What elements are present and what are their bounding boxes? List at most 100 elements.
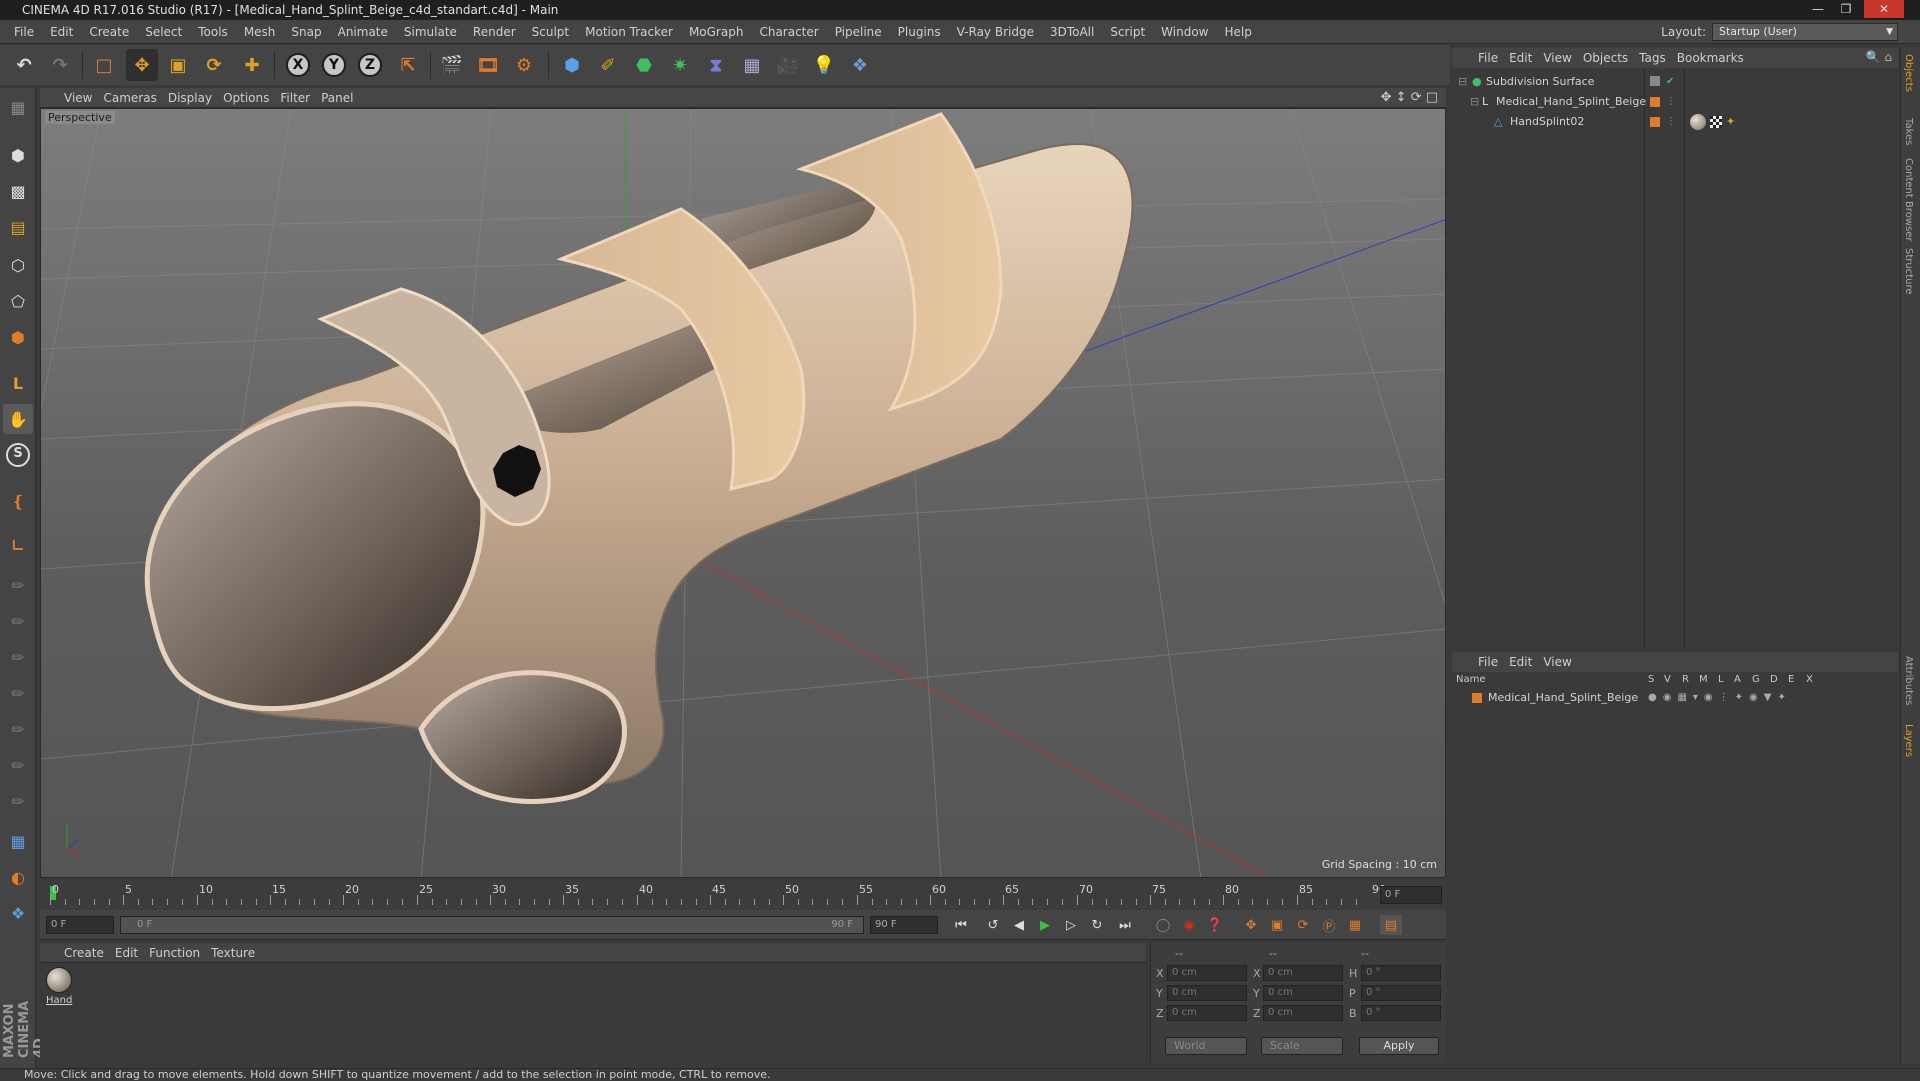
layers-menu-view[interactable]: View: [1543, 655, 1582, 669]
current-frame-field[interactable]: 0 F: [1380, 886, 1442, 904]
x-axis-lock-button[interactable]: X: [286, 53, 310, 77]
sculpt-brush-icon[interactable]: ✏: [3, 570, 33, 600]
layer-flag-icons[interactable]: ●◉▦▾◉⋮✦◉▼✦: [1648, 688, 1792, 708]
menu-character[interactable]: Character: [751, 25, 826, 39]
start-frame-field[interactable]: 0 F: [46, 916, 114, 934]
viewport-menu-filter[interactable]: Filter: [280, 91, 321, 105]
layers-menu-edit[interactable]: Edit: [1509, 655, 1543, 669]
locked-workplane-icon[interactable]: ∟: [3, 530, 33, 560]
end-frame-field[interactable]: 90 F: [870, 916, 938, 934]
timeline-ruler[interactable]: 0 5 10 15 20 25 30 35 40 45 50 55 60 65 70 75 80 85 90 0 F: [40, 880, 1446, 910]
menu-help[interactable]: Help: [1216, 25, 1259, 39]
material-tag-icon[interactable]: [1690, 114, 1706, 130]
coordinate-space-select[interactable]: World: [1165, 1037, 1247, 1055]
transform-tool-icon[interactable]: ✚: [236, 49, 268, 81]
render-to-picture-viewer-icon[interactable]: 🎞: [472, 49, 504, 81]
sculpt-flatten-icon[interactable]: ✏: [3, 678, 33, 708]
visibility-dots-icon[interactable]: ⋮: [1666, 112, 1676, 132]
record-keys-icon[interactable]: ◯: [1152, 915, 1174, 935]
menu-render[interactable]: Render: [465, 25, 524, 39]
menu-create[interactable]: Create: [81, 25, 137, 39]
z-axis-lock-button[interactable]: Z: [358, 53, 382, 77]
menu-script[interactable]: Script: [1102, 25, 1153, 39]
axis-mode-icon[interactable]: L: [3, 368, 33, 398]
viewport-menu-cameras[interactable]: Cameras: [103, 91, 167, 105]
uv-checker-icon[interactable]: ▦: [3, 826, 33, 856]
move-tool-icon[interactable]: ✥: [126, 49, 158, 81]
live-selection-icon[interactable]: □: [88, 49, 120, 81]
previous-frame-icon[interactable]: ◀: [1008, 915, 1030, 935]
3d-viewport[interactable]: Perspective Grid Spacing : 10 cm: [40, 108, 1446, 878]
minimize-button[interactable]: —: [1804, 0, 1832, 18]
python-script-icon[interactable]: ❖: [3, 898, 33, 928]
viewport-menu-panel[interactable]: Panel: [321, 91, 364, 105]
next-frame-icon[interactable]: ▷: [1060, 915, 1082, 935]
visibility-dots-icon[interactable]: ⋮: [1666, 92, 1676, 112]
restore-button[interactable]: ❐: [1832, 0, 1860, 18]
key-pla-icon[interactable]: ▦: [1344, 915, 1366, 935]
objects-menu-objects[interactable]: Objects: [1583, 51, 1639, 65]
timeline-layout-icon[interactable]: ▤: [1380, 915, 1402, 935]
objects-menu-edit[interactable]: Edit: [1509, 51, 1543, 65]
snapping-button[interactable]: S: [3, 440, 33, 470]
visibility-toggle-icon[interactable]: [1650, 76, 1660, 86]
menu-snap[interactable]: Snap: [283, 25, 329, 39]
viewport-camera-label[interactable]: Perspective: [45, 111, 115, 124]
deformer-icon[interactable]: ⧗: [700, 49, 732, 81]
objects-menu-file[interactable]: File: [1478, 51, 1509, 65]
undo-icon[interactable]: ↶: [8, 49, 40, 81]
subdivision-surface-icon[interactable]: ⬣: [628, 49, 660, 81]
spline-pen-icon[interactable]: ✐: [592, 49, 624, 81]
light-icon[interactable]: 💡: [808, 49, 840, 81]
layer-color-icon[interactable]: [1650, 117, 1660, 127]
menu-pipeline[interactable]: Pipeline: [827, 25, 890, 39]
size-z-field[interactable]: 0 cm: [1263, 1005, 1343, 1021]
menu-mograph[interactable]: MoGraph: [681, 25, 752, 39]
points-mode-icon[interactable]: ⬡: [3, 250, 33, 280]
object-row-subdivision-surface[interactable]: ⊟ ● Subdivision Surface ✔: [1452, 72, 1898, 92]
menu-edit[interactable]: Edit: [42, 25, 81, 39]
python-icon[interactable]: ❖: [844, 49, 876, 81]
render-view-icon[interactable]: 🎬: [436, 49, 468, 81]
pos-z-field[interactable]: 0 cm: [1167, 1005, 1247, 1021]
texture-mode-icon[interactable]: ▩: [3, 176, 33, 206]
phong-tag-icon[interactable]: ✦: [1726, 112, 1735, 132]
key-scale-icon[interactable]: ▣: [1266, 915, 1288, 935]
previous-keyframe-icon[interactable]: ↺: [982, 915, 1004, 935]
y-axis-lock-button[interactable]: Y: [322, 53, 346, 77]
rot-b-field[interactable]: 0 °: [1361, 1005, 1441, 1021]
pos-y-field[interactable]: 0 cm: [1167, 985, 1247, 1001]
layer-color-icon[interactable]: [1472, 693, 1482, 703]
menu-select[interactable]: Select: [137, 25, 190, 39]
apply-button[interactable]: Apply: [1359, 1037, 1439, 1055]
size-x-field[interactable]: 0 cm: [1263, 965, 1343, 981]
menu-3dtoall[interactable]: 3DToAll: [1042, 25, 1102, 39]
play-forward-icon[interactable]: ▶: [1034, 915, 1056, 935]
material-menu-create[interactable]: Create: [64, 946, 115, 960]
sculpt-pull-icon[interactable]: ✏: [3, 606, 33, 636]
menu-plugins[interactable]: Plugins: [890, 25, 949, 39]
autokey-icon[interactable]: ◉: [1178, 915, 1200, 935]
menu-motion-tracker[interactable]: Motion Tracker: [577, 25, 681, 39]
paint-bucket-icon[interactable]: ◐: [3, 862, 33, 892]
make-editable-icon[interactable]: ▦: [3, 92, 33, 122]
material-menu-edit[interactable]: Edit: [115, 946, 149, 960]
rotate-tool-icon[interactable]: ⟳: [198, 49, 230, 81]
sculpt-knife-icon[interactable]: ✏: [3, 786, 33, 816]
keyframe-selection-icon[interactable]: ❓: [1204, 915, 1226, 935]
viewport-menu-view[interactable]: View: [64, 91, 103, 105]
material-menu-texture[interactable]: Texture: [211, 946, 266, 960]
go-to-end-icon[interactable]: ⏭: [1114, 915, 1136, 935]
menu-mesh[interactable]: Mesh: [236, 25, 284, 39]
model-mode-icon[interactable]: ⬢: [3, 140, 33, 170]
scale-tool-icon[interactable]: ▣: [162, 49, 194, 81]
next-keyframe-icon[interactable]: ↻: [1086, 915, 1108, 935]
layer-row[interactable]: Medical_Hand_Splint_Beige ●◉▦▾◉⋮✦◉▼✦: [1452, 688, 1898, 708]
menu-window[interactable]: Window: [1153, 25, 1216, 39]
tweak-mode-icon[interactable]: ✋: [3, 404, 33, 434]
close-button[interactable]: ✕: [1864, 0, 1904, 18]
sculpt-grab-icon[interactable]: ✏: [3, 750, 33, 780]
tab-attributes[interactable]: Attributes: [1903, 656, 1914, 705]
redo-icon[interactable]: ↷: [44, 49, 76, 81]
viewport-menu-options[interactable]: Options: [223, 91, 280, 105]
